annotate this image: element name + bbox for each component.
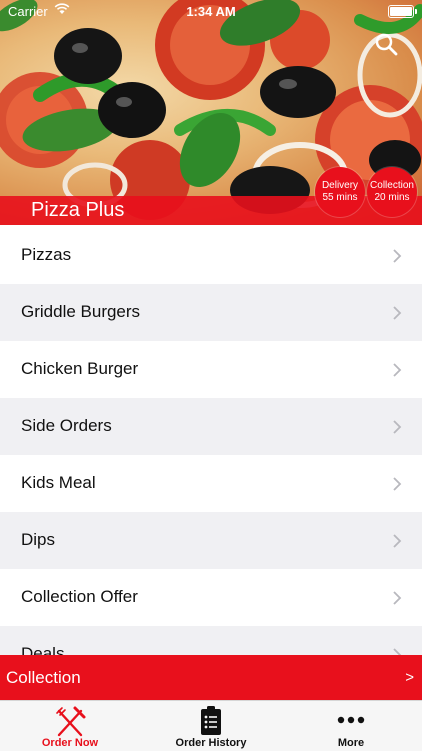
menu-item-label: Griddle Burgers <box>21 302 141 321</box>
menu-item-dips[interactable]: Dips <box>0 512 422 569</box>
battery-icon <box>388 5 417 18</box>
hero-banner: Carrier 1:34 AM Pizza Plus Delivery 55 m… <box>0 0 422 225</box>
clipboard-icon <box>201 706 221 735</box>
menu-category-list: Pizzas Griddle Burgers Chicken Burger Si… <box>0 227 422 655</box>
menu-item-kids-meal[interactable]: Kids Meal <box>0 455 422 512</box>
menu-item-pizzas[interactable]: Pizzas <box>0 227 422 284</box>
tab-bar: Order Now Order History More <box>0 700 422 751</box>
chevron-right-icon <box>393 420 402 434</box>
menu-item-label: Chicken Burger <box>21 359 139 378</box>
menu-item-label: Side Orders <box>21 416 112 435</box>
tab-label: More <box>337 737 365 749</box>
chevron-right-icon <box>393 534 402 548</box>
tab-order-now[interactable]: Order Now <box>0 701 140 751</box>
status-bar: Carrier 1:34 AM <box>0 0 422 22</box>
chevron-right-icon <box>393 648 402 655</box>
menu-item-deals[interactable]: Deals <box>0 626 422 655</box>
tab-label: Order Now <box>41 737 99 749</box>
tab-label: Order History <box>175 737 247 749</box>
status-time: 1:34 AM <box>186 4 236 19</box>
fork-knife-icon <box>56 706 86 737</box>
menu-item-label: Collection Offer <box>21 587 138 606</box>
menu-item-label: Kids Meal <box>21 473 96 492</box>
menu-item-label: Deals <box>21 644 65 655</box>
collection-time: 20 mins <box>374 192 410 203</box>
chevron-right-icon <box>393 477 402 491</box>
order-type-label: Collection <box>6 668 81 687</box>
collection-time-badge: Collection 20 mins <box>367 167 417 217</box>
delivery-time: 55 mins <box>322 192 358 203</box>
chevron-right-icon <box>393 591 402 605</box>
tab-order-history[interactable]: Order History <box>141 701 281 751</box>
order-type-bar[interactable]: Collection > <box>0 655 422 700</box>
chevron-right-icon <box>393 363 402 377</box>
restaurant-name: Pizza Plus <box>31 199 125 221</box>
menu-item-chicken-burger[interactable]: Chicken Burger <box>0 341 422 398</box>
search-icon[interactable] <box>374 32 398 56</box>
menu-item-label: Pizzas <box>21 245 72 264</box>
menu-item-collection-offer[interactable]: Collection Offer <box>0 569 422 626</box>
order-type-arrow: > <box>405 669 414 686</box>
tab-more[interactable]: More <box>281 701 421 751</box>
menu-item-label: Dips <box>21 530 56 549</box>
chevron-right-icon <box>393 249 402 263</box>
delivery-time-badge: Delivery 55 mins <box>315 167 365 217</box>
more-dots-icon <box>337 716 365 724</box>
delivery-label: Delivery <box>321 180 359 191</box>
chevron-right-icon <box>393 306 402 320</box>
collection-label: Collection <box>370 180 414 191</box>
menu-item-side-orders[interactable]: Side Orders <box>0 398 422 455</box>
menu-item-griddle-burgers[interactable]: Griddle Burgers <box>0 284 422 341</box>
